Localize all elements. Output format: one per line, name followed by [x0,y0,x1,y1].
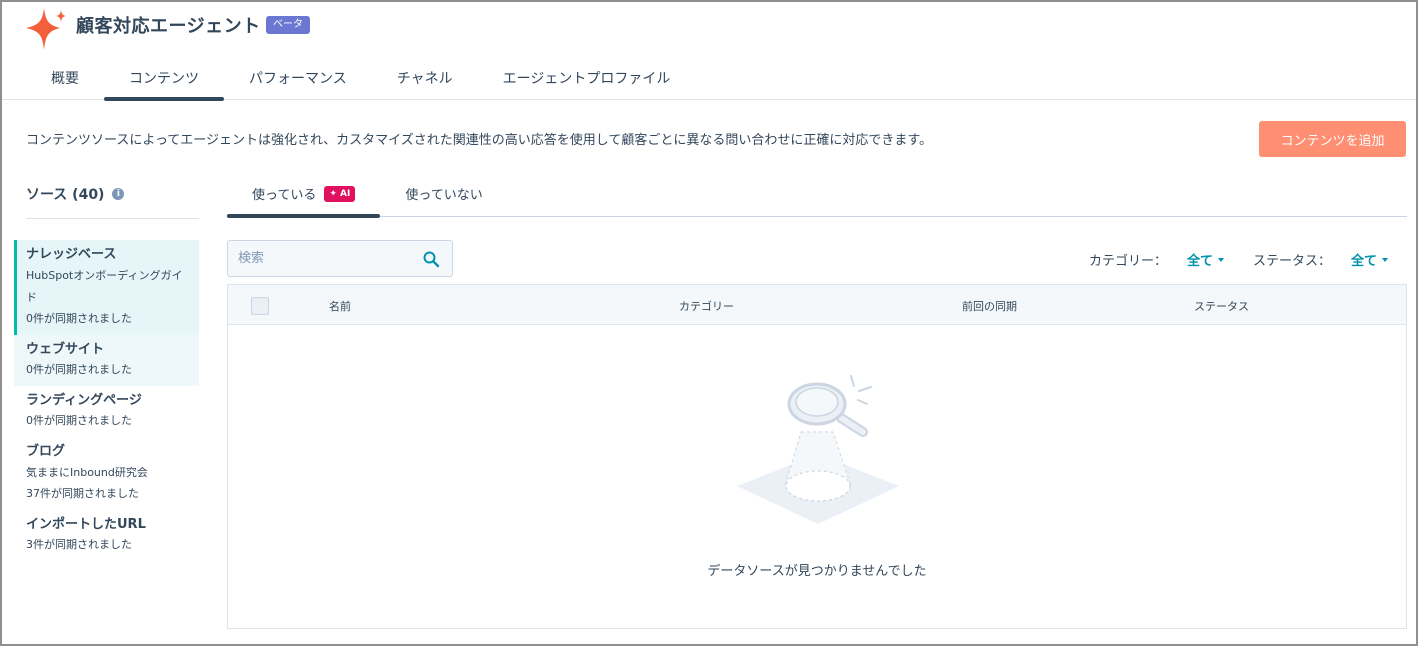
app-header: 顧客対応エージェント ベータ 概要 コンテンツ パフォーマンス チャネル エージ… [2,2,1416,101]
sidebar-item-website[interactable]: ウェブサイト 0件が同期されました [14,335,199,386]
select-all-checkbox[interactable] [251,297,269,315]
column-header-last-sync[interactable]: 前回の同期 [962,298,1017,314]
sources-header-label: ソース (40) [26,187,105,203]
tab-in-use-label: 使っている [252,188,317,203]
sidebar-item-title: インポートしたURL [26,517,146,532]
sidebar-item-count: 3件が同期されました [26,538,132,551]
status-filter-dropdown[interactable]: 全て [1351,250,1389,269]
content-description: コンテンツソースによってエージェントは強化され、カスタマイズされた関連性の高い応… [26,133,933,148]
sidebar-item-title: ブログ [26,444,66,459]
page-title: 顧客対応エージェント [76,16,261,37]
column-header-name[interactable]: 名前 [329,298,351,314]
beta-badge: ベータ [266,16,310,34]
magnifying-glass-empty-icon [737,375,899,524]
add-content-button[interactable]: コンテンツを追加 [1259,121,1406,157]
sidebar-item-blog[interactable]: ブログ 気ままにInbound研究会 37件が同期されました [14,437,199,510]
tab-in-use[interactable]: 使っている ✦ AI [227,172,381,218]
sidebar-divider [26,218,199,219]
search-input[interactable] [228,241,413,276]
sidebar-item-count: 37件が同期されました [26,487,139,500]
category-filter: カテゴリー： 全て [1089,250,1225,269]
sidebar-item-count: 0件が同期されました [26,414,132,427]
empty-message: データソースが見つかりませんでした [707,564,927,579]
tab-content[interactable]: コンテンツ [104,58,224,101]
search-icon[interactable] [422,250,440,268]
tab-overview[interactable]: 概要 [26,58,104,100]
sidebar-item-title: ランディングページ [26,393,142,408]
sparkle-logo-icon [26,8,66,50]
category-filter-label: カテゴリー： [1089,254,1168,269]
tab-not-in-use[interactable]: 使っていない [380,172,507,217]
ai-badge: ✦ AI [324,186,356,202]
status-filter: ステータス： 全て [1253,250,1389,269]
app-window: 顧客対応エージェント ベータ 概要 コンテンツ パフォーマンス チャネル エージ… [0,0,1418,646]
tab-channels[interactable]: チャネル [372,58,478,100]
sidebar-item-knowledge-base[interactable]: ナレッジベース HubSpotオンボーディングガイド 0件が同期されました [14,240,199,335]
sidebar-item-count: 0件が同期されました [26,312,132,325]
status-filter-value: 全て [1351,254,1378,269]
column-header-status[interactable]: ステータス [1194,298,1249,314]
tab-performance[interactable]: パフォーマンス [224,58,372,100]
chevron-down-icon [1382,257,1389,262]
sidebar-item-subtitle: HubSpotオンボーディングガイド [26,269,183,304]
table-header: 名前 カテゴリー 前回の同期 ステータス [228,285,1406,325]
sources-header: ソース (40) i [26,184,125,204]
sidebar-item-title: ナレッジベース [26,247,117,262]
column-header-category[interactable]: カテゴリー [679,298,734,314]
search-box [227,240,453,277]
sidebar-item-title: ウェブサイト [26,342,105,357]
category-filter-value: 全て [1187,254,1214,269]
content-table: 名前 カテゴリー 前回の同期 ステータス データソースが見つかりませんでした [227,284,1407,629]
source-list: ナレッジベース HubSpotオンボーディングガイド 0件が同期されました ウェ… [14,240,199,561]
tab-agent-profile[interactable]: エージェントプロファイル [478,58,696,100]
main-tabs: 概要 コンテンツ パフォーマンス チャネル エージェントプロファイル [26,58,696,101]
info-icon[interactable]: i [112,188,125,200]
sidebar-item-landing-pages[interactable]: ランディングページ 0件が同期されました [14,386,199,437]
empty-state: データソースが見つかりませんでした [228,326,1406,628]
sidebar-item-subtitle: 気ままにInbound研究会 [26,466,148,479]
sidebar-item-count: 0件が同期されました [26,363,132,376]
sidebar-item-imported-urls[interactable]: インポートしたURL 3件が同期されました [14,510,199,561]
status-filter-label: ステータス： [1253,254,1332,269]
usage-tabs: 使っている ✦ AI 使っていない [227,172,1407,218]
category-filter-dropdown[interactable]: 全て [1187,250,1225,269]
chevron-down-icon [1218,257,1225,262]
